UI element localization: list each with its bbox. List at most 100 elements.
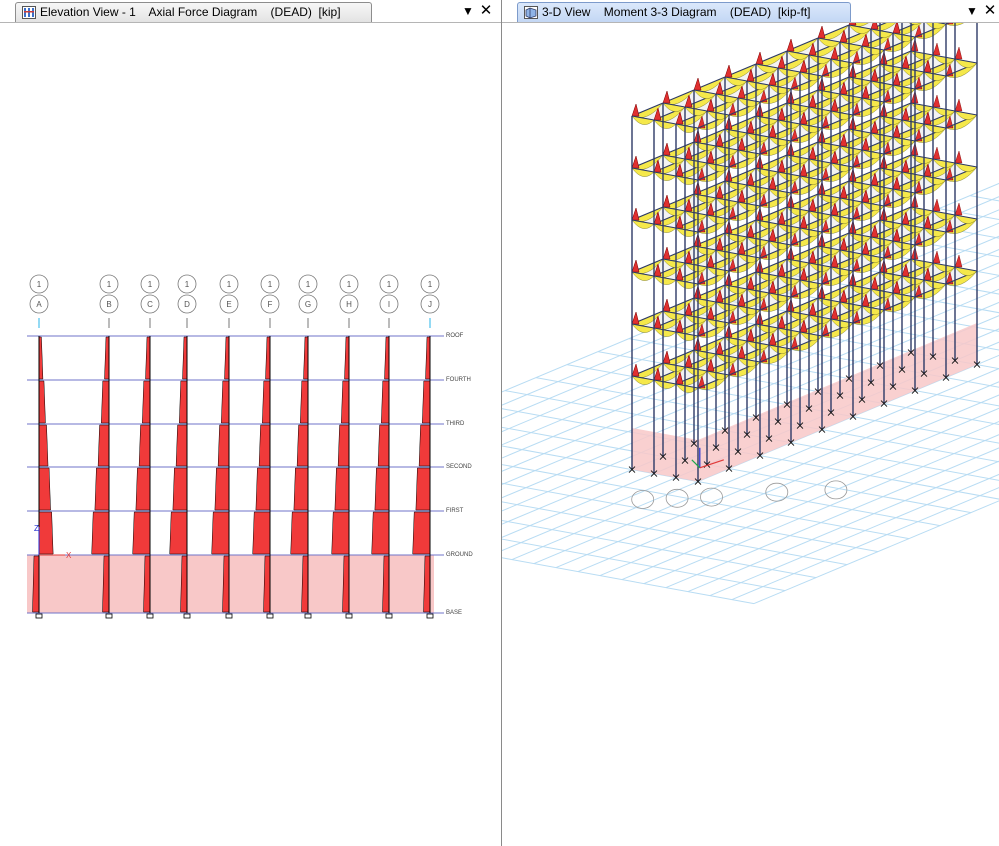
axial-force-diagram (293, 467, 309, 511)
grid-plane-line (502, 520, 817, 579)
axial-force-diagram (135, 467, 151, 511)
moment-diagram-negative (954, 150, 963, 164)
moment-diagram-negative (631, 363, 640, 377)
axial-force-diagram (422, 380, 431, 424)
moment-diagram-negative (631, 259, 640, 273)
grid-bubble-number: 1 (148, 280, 153, 289)
moment-diagram-negative (631, 311, 640, 325)
axial-force-diagram (371, 511, 390, 555)
base-support-icon (266, 613, 274, 619)
grid-bubble-letter: E (226, 300, 231, 309)
axial-force-diagram (169, 511, 188, 555)
grid-bubble-number: 1 (227, 280, 232, 289)
axial-force-diagram (377, 424, 390, 467)
right-view-window[interactable]: 3-D View Moment 3-3 Diagram (DEAD) [kip-… (502, 0, 999, 846)
axial-force-diagram (381, 380, 390, 424)
story-label: SECOND (446, 464, 472, 470)
grid-bubble (631, 490, 655, 509)
left-view-tab[interactable]: Elevation View - 1 Axial Force Diagram (… (15, 2, 372, 22)
axial-force-diagram (179, 380, 188, 424)
moment-diagram-negative (662, 194, 671, 208)
elevation-canvas[interactable]: ROOF FOURTH THIRD SECOND FIRST GROUND BASE 1 A 1 B… (0, 23, 501, 846)
close-icon[interactable]: ✕ (479, 3, 493, 19)
moment-diagram-negative (786, 38, 795, 52)
axial-force-diagram (142, 380, 151, 424)
grid-plane-line (502, 501, 848, 566)
story-label: FOURTH (446, 377, 471, 383)
3d-view-icon (524, 6, 538, 19)
moment-diagram-negative (932, 146, 941, 160)
axial-force-diagram (38, 511, 54, 555)
axial-force-diagram (38, 467, 51, 511)
grid-bubble-number: 1 (306, 280, 311, 289)
right-view-title: 3-D View Moment 3-3 Diagram (DEAD) [kip-… (542, 5, 811, 19)
moment-diagram-negative (954, 46, 963, 60)
left-view-title: Elevation View - 1 Axial Force Diagram (… (40, 5, 341, 19)
axial-force-diagram (258, 424, 271, 467)
grid-bubble-number: 1 (185, 280, 190, 289)
moment-diagram-negative (662, 246, 671, 260)
axis-x-label: X (66, 551, 72, 560)
axial-force-diagram (101, 380, 110, 424)
close-icon[interactable]: ✕ (983, 3, 997, 19)
story-label: THIRD (446, 421, 465, 427)
axial-force-diagram (265, 336, 271, 380)
base-support-icon (304, 613, 312, 619)
moment-diagram-negative (932, 198, 941, 212)
axial-force-diagram (296, 424, 309, 467)
story-label: BASE (446, 610, 462, 616)
right-tab-bar: 3-D View Moment 3-3 Diagram (DEAD) [kip-… (502, 0, 999, 23)
moment-diagram-negative (693, 77, 702, 91)
right-view-tab[interactable]: 3-D View Moment 3-3 Diagram (DEAD) [kip-… (517, 2, 851, 22)
chevron-down-icon[interactable]: ▼ (461, 3, 475, 19)
grid-bubble-letter: F (268, 300, 273, 309)
moment-diagram-negative (954, 254, 963, 268)
moment-diagram-negative (724, 64, 733, 78)
3d-model-canvas[interactable] (502, 23, 999, 846)
base-support-icon (146, 613, 154, 619)
axial-force-diagram (262, 380, 271, 424)
moment-diagram-negative (631, 155, 640, 169)
moment-diagram-negative (954, 98, 963, 112)
axial-force-diagram (300, 380, 309, 424)
left-tab-bar: Elevation View - 1 Axial Force Diagram (… (0, 0, 501, 23)
axial-force-diagram (425, 336, 431, 380)
axial-force-diagram (331, 511, 350, 555)
axial-force-diagram (175, 424, 188, 467)
story-label: FIRST (446, 508, 464, 514)
axial-force-diagram (38, 380, 46, 424)
base-support-icon (345, 613, 353, 619)
axial-force-diagram (412, 511, 431, 555)
axial-force-diagram (255, 467, 271, 511)
grid-bubble-letter: B (106, 300, 111, 309)
axial-force-diagram (337, 424, 350, 467)
axial-force-diagram (172, 467, 188, 511)
story-label: GROUND (446, 552, 473, 558)
grid-bubble-letter: H (346, 300, 352, 309)
axial-force-diagram (344, 336, 350, 380)
base-support-icon (426, 613, 434, 619)
axial-force-diagram (94, 467, 110, 511)
axial-force-diagram (384, 336, 390, 380)
axial-force-diagram (221, 380, 230, 424)
axial-force-diagram (374, 467, 390, 511)
grid-bubble-letter: D (184, 300, 190, 309)
moment-diagram-negative (932, 42, 941, 56)
moment-diagram-negative (631, 103, 640, 117)
grid-bubble-number: 1 (387, 280, 392, 289)
axial-force-diagram (290, 511, 309, 555)
moment-diagram-negative (631, 207, 640, 221)
base-support-icon (105, 613, 113, 619)
base-support-icon (225, 613, 233, 619)
moment-diagram-negative (662, 350, 671, 364)
axial-force-diagram (38, 424, 49, 467)
moment-diagram-negative (932, 250, 941, 264)
grid-bubble-number: 1 (347, 280, 352, 289)
left-view-window[interactable]: Elevation View - 1 Axial Force Diagram (… (0, 0, 502, 846)
axial-force-diagram (104, 336, 110, 380)
basement-band (27, 555, 434, 613)
grid-bubble-letter: C (147, 300, 153, 309)
axial-force-diagram (224, 336, 230, 380)
axial-force-diagram (418, 424, 431, 467)
chevron-down-icon[interactable]: ▼ (965, 3, 979, 19)
